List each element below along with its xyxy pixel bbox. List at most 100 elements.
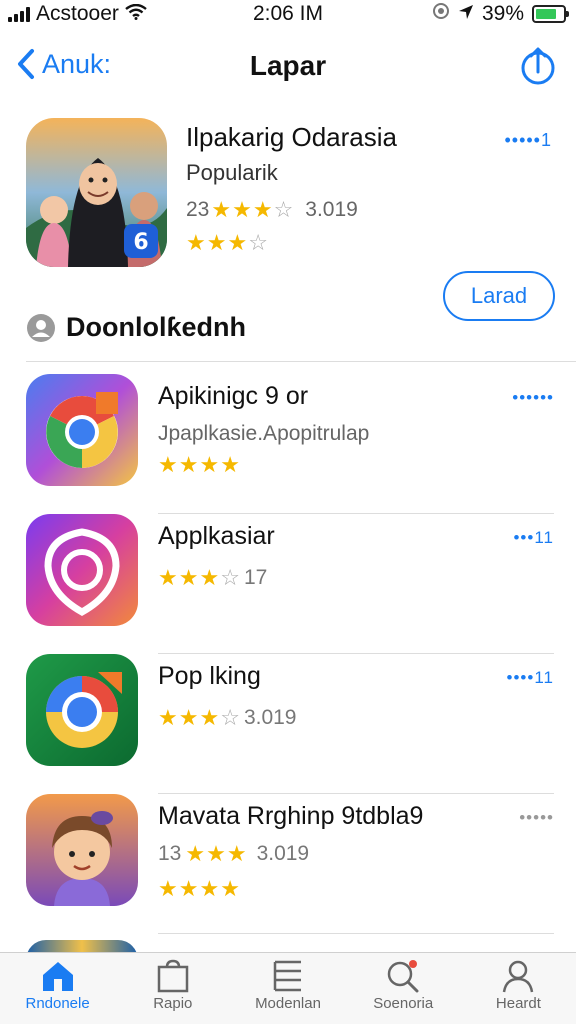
person-icon (503, 960, 534, 993)
star-filled-icon: ★ (220, 452, 240, 477)
chrome-style-app-icon (26, 374, 138, 486)
app-stars: ★ ★ ★ ☆ (158, 567, 240, 589)
featured-app-icon: 6 (26, 118, 167, 267)
star-filled-icon: ★ (199, 565, 220, 590)
tab-label: Rndonele (25, 995, 90, 1012)
section-title: Doonlolƙednh (66, 312, 246, 342)
star-filled-icon: ★ (199, 705, 220, 730)
tab-modenlan[interactable]: Modenlan (230, 953, 345, 1024)
app-stars: ★ ★ ★ (185, 843, 246, 865)
tab-label: Soenoria (373, 995, 434, 1012)
app-rating: 13 ★ ★ ★ 3.019 (158, 842, 309, 866)
more-indicator[interactable]: •••••• (512, 388, 554, 408)
star-filled-icon: ★ (220, 876, 240, 901)
tab-label: Modenlan (255, 995, 321, 1012)
bag-icon (157, 959, 189, 993)
star-filled-icon: ★ (178, 452, 199, 477)
star-filled-icon: ★ (252, 197, 273, 222)
battery-percent: 39% (481, 2, 524, 25)
app-rating-count: 3.019 (256, 842, 310, 865)
app-rating-count: 17 (243, 566, 268, 589)
search-icon (387, 960, 419, 993)
app-row[interactable]: Mavata Rrghinp 9tdbla9 13 ★ ★ ★ 3.019 ★ ★ ★ ★… (26, 794, 554, 934)
featured-rating: 23 ★ ★ ★ ☆ 3.019 (186, 198, 358, 222)
share-icon (521, 47, 555, 85)
tab-search[interactable]: Soenoria (346, 953, 461, 1024)
list-icon (273, 960, 301, 992)
tab-label: Rapio (153, 995, 193, 1012)
app-row[interactable]: Apikinigc 9 or Jpaplkasie.Apopitrulap ★ ★… (26, 374, 554, 514)
app-rating: ★ ★ ★ ☆ 17 (158, 566, 267, 590)
app-rating-prefix: 13 (158, 842, 182, 865)
more-indicator[interactable]: ••••• (519, 808, 554, 828)
star-filled-icon: ★ (211, 197, 232, 222)
more-indicator[interactable]: •••11 (513, 528, 554, 548)
featured-stars-primary: ★ ★ ★ ☆ (211, 199, 293, 221)
app-rating-count: 3.019 (243, 706, 297, 729)
person-circle-icon (27, 313, 55, 342)
star-filled-icon: ★ (226, 841, 247, 866)
app-row[interactable]: Applkasiar ★ ★ ★ ☆ 17 •••11 (26, 514, 554, 654)
star-empty-icon: ☆ (273, 197, 294, 222)
svg-text:6: 6 (133, 230, 148, 255)
star-filled-icon: ★ (158, 565, 178, 590)
app-rating-secondary: ★ ★ ★ ★ (158, 878, 240, 900)
app-rating: ★ ★ ★ ☆ 3.019 (158, 706, 297, 730)
app-name: Apikinigc 9 or (158, 382, 309, 410)
battery-icon (532, 5, 569, 23)
featured-more-indicator[interactable]: •••••1 (504, 130, 552, 151)
tab-profile[interactable]: Heardt (461, 953, 576, 1024)
ring-app-icon (26, 654, 138, 766)
star-filled-icon: ★ (185, 841, 206, 866)
nav-bar: Anuk: Lapar (0, 40, 576, 96)
star-filled-icon: ★ (158, 876, 178, 901)
app-stars: ★ ★ ★ ☆ (158, 707, 240, 729)
featured-rating-prefix: 23 (186, 198, 210, 221)
avatar-app-icon (26, 794, 138, 906)
star-filled-icon: ★ (232, 197, 252, 222)
star-empty-icon: ☆ (248, 230, 268, 255)
app-name: Mavata Rrghinp 9tdbla9 (158, 802, 424, 830)
orientation-lock-icon (432, 2, 450, 26)
featured-app-subtitle: Popularik (186, 160, 278, 185)
tab-rapio[interactable]: Rapio (115, 953, 230, 1024)
star-filled-icon: ★ (199, 452, 220, 477)
app-rating: ★ ★ ★ ★ (158, 454, 240, 476)
app-subtitle: Jpaplkasie.Apopitrulap (158, 422, 370, 445)
row-divider (158, 933, 554, 934)
star-filled-icon: ★ (178, 876, 199, 901)
star-filled-icon: ★ (178, 705, 199, 730)
star-filled-icon: ★ (206, 230, 227, 255)
star-filled-icon: ★ (186, 230, 206, 255)
app-stars: ★ ★ ★ ★ (158, 454, 240, 476)
status-bar: Acstooer 2:06 IM 39% (0, 0, 576, 28)
page-title: Lapar (249, 50, 327, 81)
star-filled-icon: ★ (178, 565, 199, 590)
more-indicator[interactable]: ••••11 (507, 668, 554, 688)
section-divider (26, 361, 576, 362)
app-row[interactable]: Pop lking ★ ★ ★ ☆ 3.019 ••••11 (26, 654, 554, 794)
tab-bar: Rndonele Rapio Modenlan Soenoria Heardt (0, 952, 576, 1024)
star-filled-icon: ★ (206, 841, 226, 866)
app-name: Applkasiar (158, 522, 275, 550)
star-filled-icon: ★ (158, 705, 178, 730)
load-button[interactable]: Larad (443, 271, 555, 321)
location-icon (458, 2, 474, 26)
tab-home[interactable]: Rndonele (0, 953, 115, 1024)
star-empty-icon: ☆ (220, 705, 240, 730)
featured-app-title: Ilpakarig Odarasia (186, 122, 397, 152)
tab-label: Heardt (495, 995, 541, 1012)
featured-rating-count: 3.019 (305, 198, 358, 221)
featured-stars-secondary: ★ ★ ★ ☆ (186, 232, 268, 254)
star-filled-icon: ★ (227, 230, 248, 255)
app-name: Pop lking (158, 662, 261, 690)
section-header: Doonlolƙednh (26, 312, 246, 343)
share-button[interactable] (520, 46, 556, 91)
star-filled-icon: ★ (199, 876, 220, 901)
star-empty-icon: ☆ (220, 565, 240, 590)
shield-app-icon (26, 514, 138, 626)
star-filled-icon: ★ (158, 452, 178, 477)
app-stars-secondary: ★ ★ ★ ★ (158, 878, 240, 900)
home-icon (42, 962, 73, 991)
status-right: 39% (432, 2, 569, 26)
